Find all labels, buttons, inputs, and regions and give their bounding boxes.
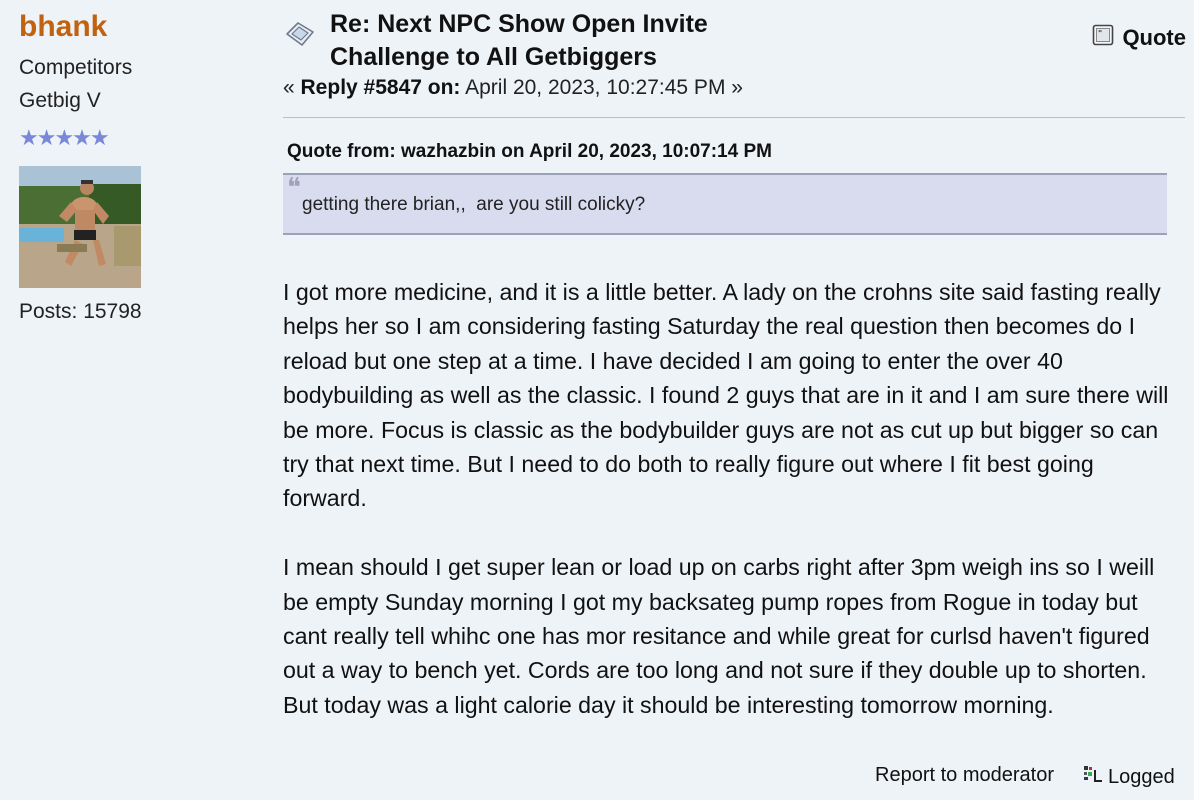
post-body: I got more medicine, and it is a little … xyxy=(283,275,1183,757)
reply-prefix: « xyxy=(283,76,301,99)
quote-header[interactable]: Quote from: wazhazbin on April 20, 2023,… xyxy=(287,141,772,163)
subject-line-1[interactable]: Re: Next NPC Show Open Invite xyxy=(330,10,708,38)
post-paragraph: I mean should I get super lean or load u… xyxy=(283,554,1155,718)
subject-line-2[interactable]: Challenge to All Getbiggers xyxy=(330,43,657,71)
avatar[interactable] xyxy=(19,166,141,288)
topic-icon xyxy=(284,18,316,50)
poster-rank: Getbig V xyxy=(19,89,101,112)
post-count: Posts: 15798 xyxy=(19,300,142,323)
logged-label: Logged xyxy=(1108,765,1175,788)
ip-logged-icon xyxy=(1082,764,1104,790)
quote-button-label: Quote xyxy=(1122,25,1186,50)
quote-mark-icon: ❝ xyxy=(287,173,301,203)
rank-stars: ★★★★★ xyxy=(19,125,110,150)
header-divider xyxy=(283,117,1185,118)
poster-name-link[interactable]: bhank xyxy=(19,10,107,44)
post-subject[interactable]: Re: Next NPC Show Open Invite Challenge … xyxy=(330,8,750,74)
ip-logged: Logged xyxy=(1082,764,1175,790)
reply-info: « Reply #5847 on: April 20, 2023, 10:27:… xyxy=(283,76,743,100)
reply-date: April 20, 2023, 10:27:45 PM » xyxy=(460,76,743,99)
quote-button[interactable]: " Quote xyxy=(1092,24,1186,52)
report-to-moderator-link[interactable]: Report to moderator xyxy=(875,764,1054,787)
poster-group: Competitors xyxy=(19,56,133,79)
reply-number[interactable]: Reply #5847 on: xyxy=(301,76,461,99)
post-paragraph: I got more medicine, and it is a little … xyxy=(283,279,1169,512)
quote-block: ❝ getting there brian,, are you still co… xyxy=(283,173,1167,235)
svg-text:": " xyxy=(1098,29,1102,38)
quote-icon: " xyxy=(1092,24,1114,52)
quote-text: getting there brian,, are you still coli… xyxy=(302,194,646,215)
